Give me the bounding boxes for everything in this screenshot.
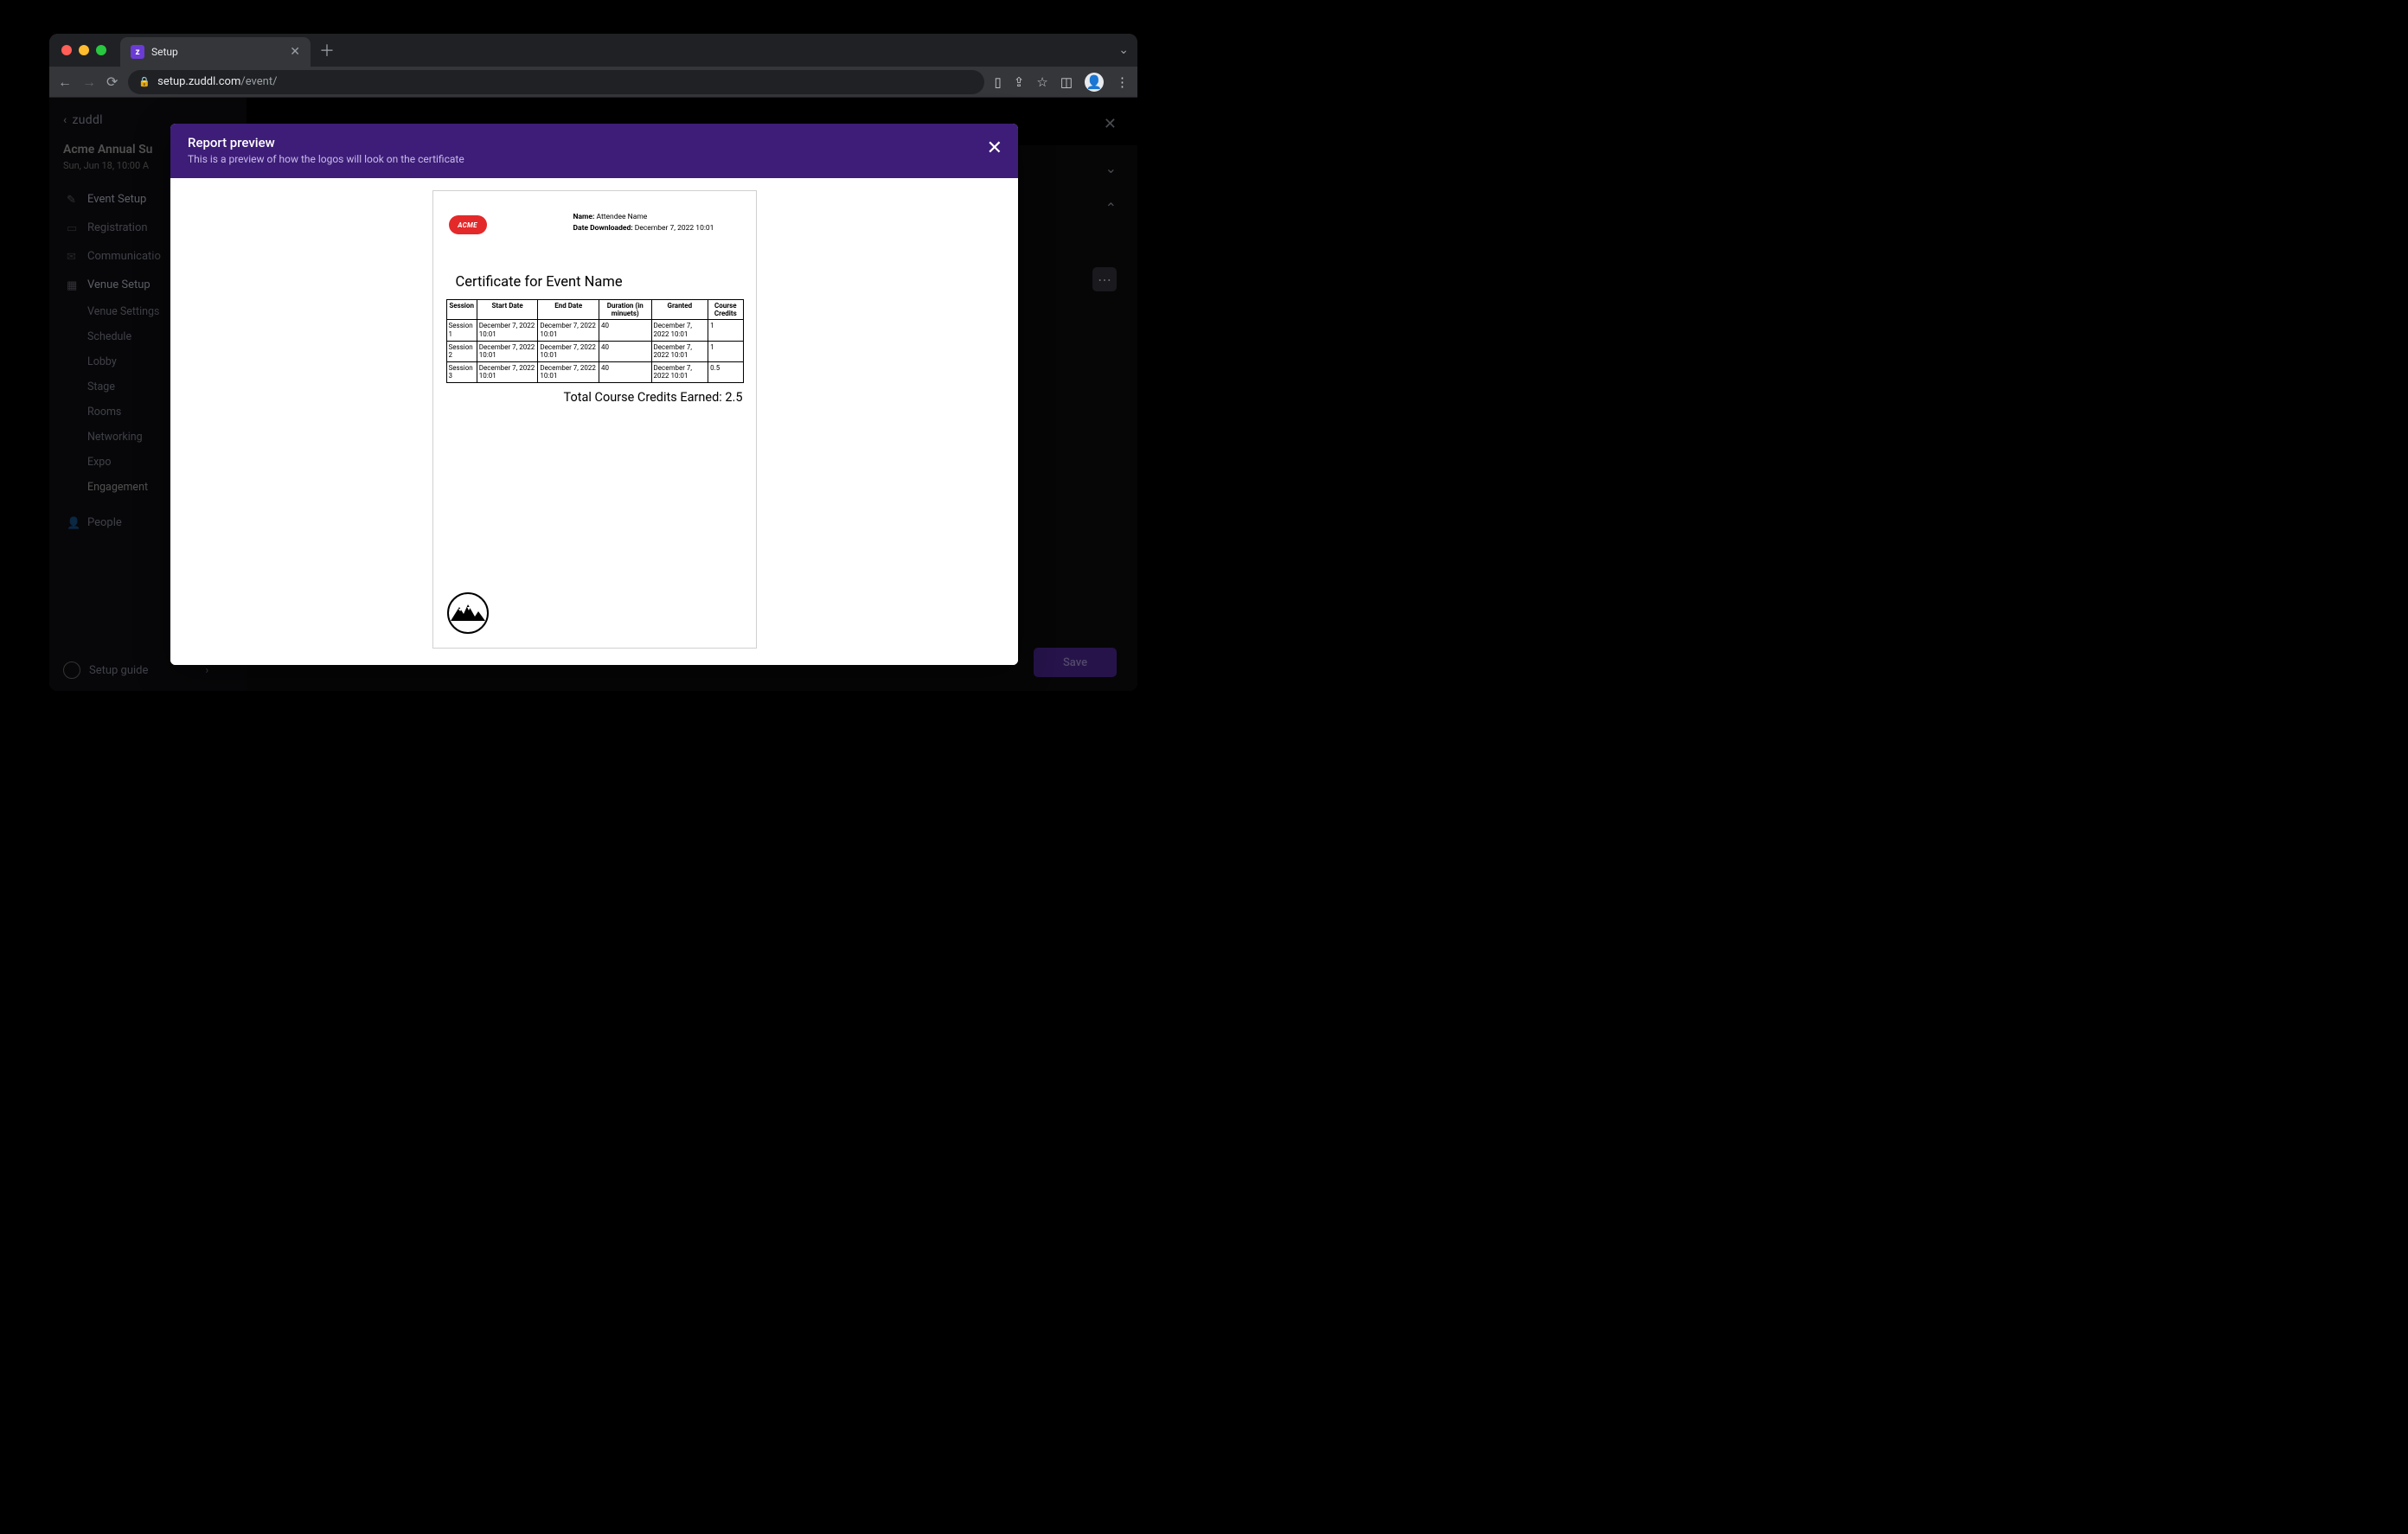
tab-title: Setup [151, 46, 283, 58]
modal-close-button[interactable]: ✕ [987, 139, 1002, 158]
profile-icon[interactable]: 👤 [1085, 73, 1104, 92]
th-session: Session [446, 300, 477, 320]
page-content: ‹zuddl Acme Annual Su Sun, Jun 18, 10:00… [49, 98, 1137, 691]
th-granted: Granted [651, 300, 708, 320]
certificate-meta: Name: Attendee Name Date Downloaded: Dec… [573, 212, 714, 234]
lock-icon: 🔒 [138, 76, 150, 87]
th-start: Start Date [477, 300, 538, 320]
cell-credits: 1 [708, 341, 743, 361]
panel-icon[interactable]: ◫ [1060, 74, 1073, 90]
share-icon[interactable]: ⇪ [1014, 74, 1025, 90]
cell-start: December 7, 2022 10:01 [477, 341, 538, 361]
th-credits: Course Credits [708, 300, 743, 320]
acme-logo: ACME [449, 215, 487, 234]
reload-button[interactable]: ⟳ [106, 74, 118, 90]
back-button[interactable]: ← [58, 74, 72, 91]
browser-tab[interactable]: z Setup ✕ [120, 37, 311, 67]
kebab-menu-icon[interactable]: ⋮ [1116, 74, 1129, 90]
th-end: End Date [538, 300, 599, 320]
window-controls [61, 45, 106, 55]
modal-subtitle: This is a preview of how the logos will … [188, 153, 1001, 165]
certificate-title: Certificate for Event Name [456, 274, 744, 291]
close-window-button[interactable] [61, 45, 72, 55]
browser-toolbar: ← → ⟳ 🔒 setup.zuddl.com/event/ ▯ ⇪ ☆ ◫ 👤… [49, 67, 1137, 98]
new-tab-button[interactable]: ＋ [319, 39, 335, 61]
cell-duration: 40 [599, 361, 652, 382]
certificate-total: Total Course Credits Earned: 2.5 [445, 390, 743, 405]
minimize-window-button[interactable] [79, 45, 89, 55]
cell-start: December 7, 2022 10:01 [477, 361, 538, 382]
cell-session: Session 2 [446, 341, 477, 361]
report-preview-modal: Report preview This is a preview of how … [170, 124, 1018, 665]
certificate-table: Session Start Date End Date Duration (in… [446, 299, 744, 383]
cell-duration: 40 [599, 341, 652, 361]
tab-favicon: z [131, 45, 144, 59]
cell-end: December 7, 2022 10:01 [538, 341, 599, 361]
tab-close-icon[interactable]: ✕ [290, 45, 300, 59]
page-icon[interactable]: ▯ [995, 74, 1002, 90]
cell-start: December 7, 2022 10:01 [477, 320, 538, 341]
cell-end: December 7, 2022 10:01 [538, 320, 599, 341]
cell-duration: 40 [599, 320, 652, 341]
modal-header: Report preview This is a preview of how … [170, 124, 1018, 178]
modal-title: Report preview [188, 135, 1001, 150]
cell-credits: 0.5 [708, 361, 743, 382]
cell-session: Session 3 [446, 361, 477, 382]
cell-session: Session 1 [446, 320, 477, 341]
modal-body: ACME Name: Attendee Name Date Downloaded… [170, 178, 1018, 665]
address-bar[interactable]: 🔒 setup.zuddl.com/event/ [128, 70, 983, 94]
cell-granted: December 7, 2022 10:01 [651, 361, 708, 382]
cell-end: December 7, 2022 10:01 [538, 361, 599, 382]
cell-credits: 1 [708, 320, 743, 341]
table-row: Session 1December 7, 2022 10:01December … [446, 320, 743, 341]
tab-strip: z Setup ✕ ＋ ⌄ [49, 34, 1137, 67]
table-row: Session 3December 7, 2022 10:01December … [446, 361, 743, 382]
certificate-header: ACME Name: Attendee Name Date Downloaded… [445, 212, 744, 234]
url-text: setup.zuddl.com/event/ [157, 75, 277, 88]
cell-granted: December 7, 2022 10:01 [651, 341, 708, 361]
table-row: Session 2December 7, 2022 10:01December … [446, 341, 743, 361]
tab-overflow-icon[interactable]: ⌄ [1118, 43, 1129, 57]
mountain-logo [447, 592, 489, 634]
bookmark-icon[interactable]: ☆ [1036, 74, 1047, 90]
cell-granted: December 7, 2022 10:01 [651, 320, 708, 341]
forward-button[interactable]: → [82, 74, 96, 91]
browser-window: z Setup ✕ ＋ ⌄ ← → ⟳ 🔒 setup.zuddl.com/ev… [49, 34, 1137, 691]
certificate-page: ACME Name: Attendee Name Date Downloaded… [432, 190, 757, 649]
maximize-window-button[interactable] [96, 45, 106, 55]
table-header-row: Session Start Date End Date Duration (in… [446, 300, 743, 320]
toolbar-actions: ▯ ⇪ ☆ ◫ 👤 ⋮ [995, 73, 1129, 92]
th-duration: Duration (in minuets) [599, 300, 652, 320]
